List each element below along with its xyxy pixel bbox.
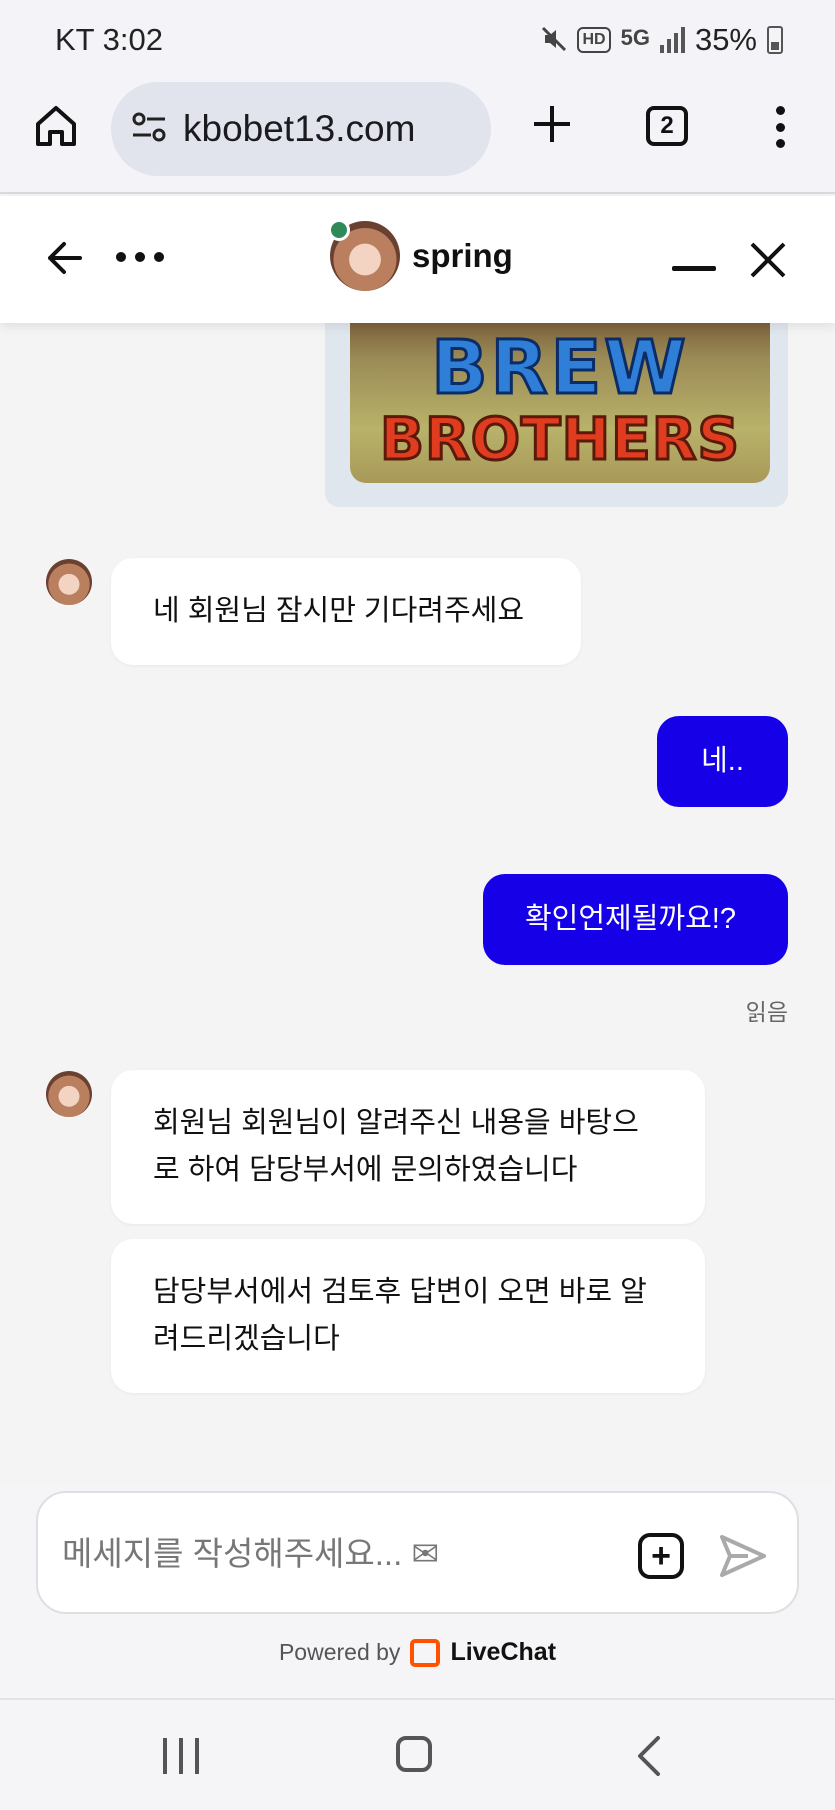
close-icon[interactable]: [748, 240, 788, 280]
agent-info: spring: [328, 219, 513, 291]
message-input[interactable]: [62, 1523, 562, 1585]
status-time: KT 3:02: [55, 22, 164, 57]
user-message: 확인언제될까요!?: [483, 874, 788, 965]
chat-transcript[interactable]: BREW BROTHERS 네 회원님 잠시만 기다려주세요 네.. 확인언제될…: [0, 323, 835, 1483]
send-icon[interactable]: [718, 1531, 768, 1581]
agent-message: 회원님 회원님이 알려주신 내용을 바탕으로 하여 담당부서에 문의하였습니다: [111, 1070, 705, 1224]
browser-toolbar: kbobet13.com 2: [0, 80, 835, 194]
chat-header: spring: [0, 196, 835, 323]
agent-avatar: [328, 219, 400, 291]
agent-name: spring: [412, 237, 513, 274]
minimize-icon[interactable]: [672, 266, 716, 271]
agent-message: 담당부서에서 검토후 답변이 오면 바로 알려드리겠습니다: [111, 1239, 705, 1393]
home-icon[interactable]: [32, 102, 80, 150]
recent-apps-icon[interactable]: [163, 1738, 199, 1774]
battery-percent: 35%: [694, 22, 757, 57]
shared-game-image[interactable]: BREW BROTHERS: [325, 323, 788, 507]
game-logo: BREW BROTHERS: [350, 323, 770, 483]
browser-menu-icon[interactable]: [770, 106, 790, 148]
online-status-icon: [328, 219, 350, 241]
add-attachment-icon[interactable]: +: [638, 1533, 684, 1579]
agent-avatar-small: [46, 1071, 92, 1117]
game-title-line1: BREW: [430, 324, 689, 413]
system-nav-bar: [0, 1698, 835, 1810]
signal-icon: [659, 27, 685, 53]
hd-icon: HD: [577, 27, 611, 53]
back-nav-icon[interactable]: [632, 1736, 668, 1776]
mute-icon: [541, 25, 567, 55]
livechat-brand: LiveChat: [450, 1638, 557, 1666]
powered-by-label: Powered by: [278, 1639, 401, 1665]
livechat-logo-icon: [410, 1638, 441, 1667]
agent-avatar-small: [46, 559, 92, 605]
battery-icon: [767, 26, 783, 54]
network-5g-icon: 5G: [620, 25, 650, 50]
home-nav-icon[interactable]: [396, 1736, 432, 1772]
tab-switcher-button[interactable]: 2: [646, 106, 688, 146]
url-text: kbobet13.com: [183, 108, 416, 149]
address-bar[interactable]: kbobet13.com: [111, 82, 491, 176]
user-message: 네..: [657, 716, 788, 807]
more-options-icon[interactable]: [116, 252, 164, 262]
new-tab-icon[interactable]: [532, 104, 572, 144]
agent-message: 네 회원님 잠시만 기다려주세요: [111, 558, 581, 665]
site-settings-icon[interactable]: [131, 111, 167, 148]
back-arrow-icon[interactable]: [44, 238, 84, 278]
game-title-line2: BROTHERS: [378, 404, 741, 475]
status-bar: KT 3:02 HD 5G 35%: [0, 0, 835, 80]
status-icons: HD 5G 35%: [541, 22, 783, 58]
powered-by-footer[interactable]: Powered by LiveChat: [0, 1638, 835, 1667]
read-receipt: 읽음: [745, 999, 788, 1025]
message-composer: +: [36, 1491, 799, 1614]
